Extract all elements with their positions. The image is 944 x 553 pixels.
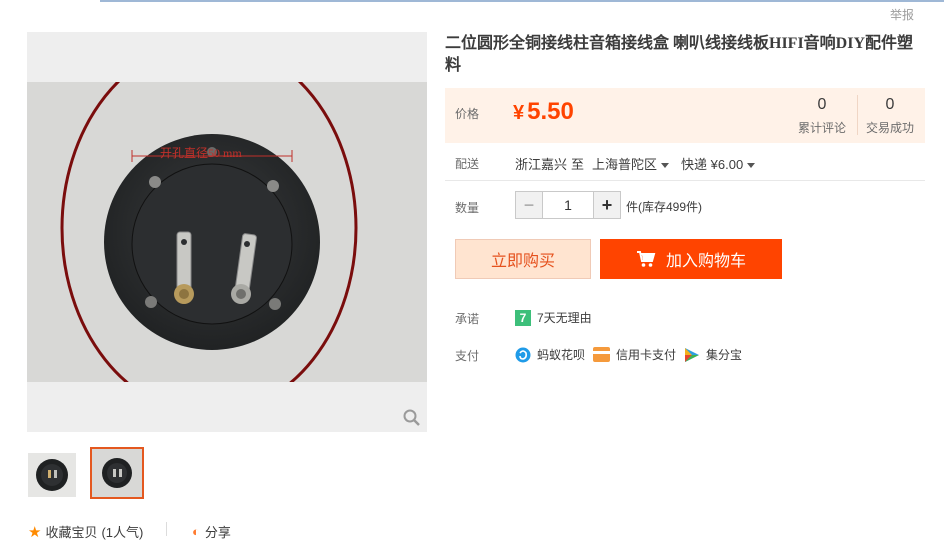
measurement-annotation: 开孔直径50 mm xyxy=(160,146,242,160)
main-product-image[interactable]: 开孔直径50 mm xyxy=(27,32,427,432)
stat-divider xyxy=(857,95,858,135)
payment-label: 支付 xyxy=(455,349,480,363)
seven-day-icon: 7 xyxy=(515,309,531,326)
deals-stat: 0 交易成功 xyxy=(859,96,921,136)
destination-value: 上海普陀区 xyxy=(592,157,658,172)
price-label: 价格 xyxy=(455,107,480,121)
terminal-plate-illustration xyxy=(60,40,358,416)
reviews-stat[interactable]: 0 累计评论 xyxy=(791,96,853,136)
credit-card-icon xyxy=(593,347,611,362)
promise-label: 承诺 xyxy=(455,312,480,326)
price-amount: 5.50 xyxy=(527,98,574,125)
price-value: ¥5.50 xyxy=(513,98,574,126)
quantity-stepper: − 1 + xyxy=(515,191,621,219)
payment-credit-card-label: 信用卡支付 xyxy=(616,348,677,362)
top-border xyxy=(100,0,944,2)
payment-credit-card[interactable]: 信用卡支付 xyxy=(593,346,676,363)
quantity-input[interactable]: 1 xyxy=(543,191,593,219)
huabei-icon xyxy=(515,347,531,362)
favorite-label: 收藏宝贝 xyxy=(45,525,98,540)
decrease-button[interactable]: − xyxy=(515,191,543,219)
deals-label: 交易成功 xyxy=(865,121,914,135)
favorite-count: (1人气) xyxy=(101,525,144,540)
payment-jifenbao[interactable]: 集分宝 xyxy=(684,346,742,363)
report-link[interactable]: 举报 xyxy=(890,6,914,23)
buy-now-button[interactable]: 立即购买 xyxy=(455,239,591,279)
payment-methods: 蚂蚁花呗 信用卡支付 集分宝 xyxy=(515,346,750,363)
thumbnail-1[interactable] xyxy=(28,453,76,497)
price-panel: 价格 ¥5.50 0 累计评论 0 交易成功 xyxy=(445,88,925,143)
increase-button[interactable]: + xyxy=(593,191,621,219)
share-icon: ◐ xyxy=(192,524,200,539)
currency-symbol: ¥ xyxy=(513,102,525,124)
thumbnail-2-selected[interactable] xyxy=(90,447,144,499)
destination-select[interactable]: 上海普陀区 xyxy=(592,154,670,173)
share-label: 分享 xyxy=(204,525,231,540)
thumbnail-image xyxy=(92,449,142,497)
section-divider xyxy=(445,180,925,181)
reviews-count: 0 xyxy=(817,96,827,113)
promise-item[interactable]: 7 7天无理由 xyxy=(515,309,592,326)
product-title: 二位圆形全铜接线柱音箱接线盒 喇叭线接线板HIFI音响DIY配件塑料 xyxy=(445,35,914,74)
payment-jifenbao-label: 集分宝 xyxy=(706,348,743,362)
jifenbao-icon xyxy=(685,347,700,362)
zoom-icon[interactable] xyxy=(403,409,421,427)
shipping-label: 配送 xyxy=(455,157,480,171)
deals-count: 0 xyxy=(885,96,895,113)
shipping-info: 浙江嘉兴 至 上海普陀区 快递 ¥6.00 xyxy=(515,154,756,173)
cart-icon xyxy=(636,251,656,267)
reviews-label: 累计评论 xyxy=(797,121,846,135)
shipping-method-select[interactable]: 快递 ¥6.00 xyxy=(681,154,756,173)
stock-info: 件(库存499件) xyxy=(626,200,703,214)
chevron-down-icon xyxy=(661,163,670,169)
promise-text: 7天无理由 xyxy=(537,311,592,325)
shipping-method-value: 快递 ¥6.00 xyxy=(681,157,744,172)
divider xyxy=(166,522,167,536)
favorite-button[interactable]: ★ 收藏宝贝 (1人气) xyxy=(28,522,143,541)
add-to-cart-button[interactable]: 加入购物车 xyxy=(600,239,782,279)
ship-from: 浙江嘉兴 xyxy=(515,157,568,172)
chevron-down-icon xyxy=(747,163,756,169)
star-icon: ★ xyxy=(28,523,42,541)
quantity-label: 数量 xyxy=(455,201,480,215)
add-to-cart-label: 加入购物车 xyxy=(665,253,746,270)
product-photo xyxy=(27,40,427,416)
share-button[interactable]: ◐ 分享 xyxy=(192,522,231,541)
ship-to-word: 至 xyxy=(571,157,585,172)
payment-huabei[interactable]: 蚂蚁花呗 xyxy=(515,346,585,363)
thumbnail-image xyxy=(28,453,76,497)
payment-huabei-label: 蚂蚁花呗 xyxy=(537,348,586,362)
